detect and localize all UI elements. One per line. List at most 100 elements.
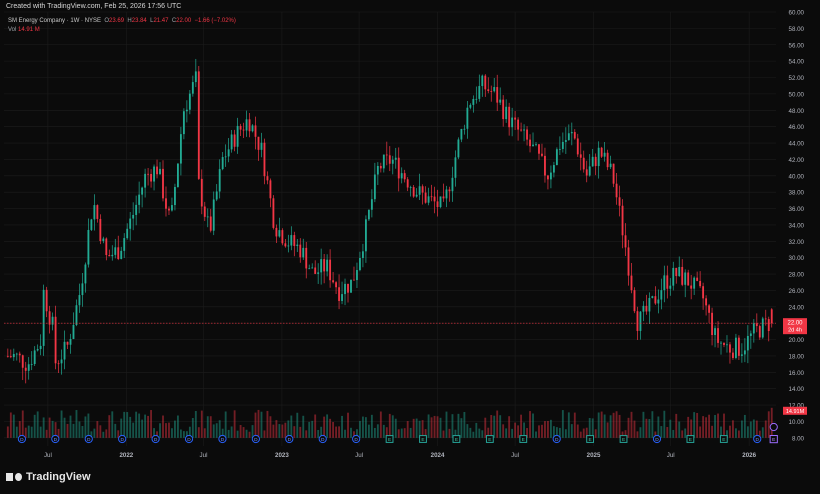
candle-body [218,169,221,192]
y-tick-label: 16.00 [789,370,805,377]
volume-bar [451,414,454,438]
candle-body [176,163,179,188]
candle-body [749,333,752,336]
candle-body [487,89,490,92]
candle-body [672,267,675,286]
volume-bar [269,416,272,438]
volume-bar [179,429,182,438]
volume-bar [224,411,227,438]
candle-body [764,318,767,320]
volume-bar [764,420,767,438]
candle-body [752,323,755,334]
volume-bar [409,427,412,438]
event-marker-label: D [54,437,58,443]
candle-body [737,337,740,356]
candle-body [511,117,514,128]
volume-bar [544,421,546,438]
candle-body [54,316,57,364]
volume-bar [272,424,275,438]
volume-bar [532,413,534,438]
candle-body [699,280,702,287]
candle-body [433,196,436,202]
volume-bar [746,426,749,438]
volume-bar [362,416,364,438]
candle-body [215,191,218,200]
volume-bar [690,419,693,438]
candle-body [254,125,257,137]
candle-body [606,152,609,168]
volume-bar [335,426,338,438]
x-tick-label: 2026 [742,452,756,459]
candle-body [33,350,36,364]
volume-bar [129,416,132,438]
candle-body [639,311,642,331]
candle-body [96,205,99,219]
candle-body [108,255,111,257]
volume-bar [669,419,672,438]
candle-body [239,125,242,130]
y-tick-label: 60.00 [789,10,805,17]
price-chart[interactable]: 8.0010.0012.0014.0016.0018.0020.0022.002… [0,0,820,494]
candle-body [547,175,549,180]
candle-body [585,169,588,176]
candle-body [552,165,555,173]
volume-bar [615,411,618,438]
volume-bar [278,424,281,438]
volume-bar [60,410,63,438]
candle-body [702,286,705,299]
candle-body [99,218,102,242]
volume-bar [194,410,197,438]
volume-bar [412,418,415,438]
x-tick-label: 2025 [587,452,601,459]
legend-vol-label: Vol [8,27,17,33]
volume-bar [442,430,445,438]
volume-bar [6,426,9,438]
candle-body [242,129,245,131]
candle-body [329,259,332,281]
upcoming-earnings-label: E [772,437,775,443]
candle-body [42,289,45,346]
candle-body [418,186,421,195]
event-marker-label: E [455,437,458,443]
candle-body [18,353,21,356]
event-marker-label: D [254,437,258,443]
volume-bar [24,427,27,438]
candle-body [63,341,66,360]
candle-body [299,244,302,258]
event-marker-label: E [388,437,391,443]
event-marker-label: D [756,437,760,443]
candle-body [293,235,296,246]
candle-body [224,156,227,158]
volume-bar [350,427,352,438]
candle-body [391,159,394,164]
candle-body [194,71,197,83]
candle-body [523,129,525,131]
candle-body [412,187,415,197]
volume-bar [108,415,111,438]
volume-bar [197,427,200,438]
volume-bar [174,420,176,438]
candle-body [24,367,27,371]
x-tick-label: 2024 [431,452,445,459]
candle-body [490,91,493,92]
volume-bar [463,411,466,438]
legend-symbol[interactable]: SM Energy Company · 1W · NYSE [8,18,101,24]
candle-body [60,359,63,364]
volume-bar [588,417,591,438]
tradingview-logo[interactable]: TradingView [6,471,91,483]
legend-ohlc-row: SM Energy Company · 1W · NYSE O23.69 H23… [8,17,236,26]
volume-bar [165,423,167,438]
candle-body [156,166,158,175]
candle-body [469,104,472,108]
volume-bar [517,425,520,438]
y-tick-label: 28.00 [789,272,805,279]
volume-bar [603,414,606,438]
candle-body [30,363,33,365]
volume-bar [597,412,600,438]
candle-body [153,166,155,182]
candle-body [296,244,299,246]
volume-bar [767,411,770,438]
candle-body [621,205,624,236]
x-tick-label: Jul [200,452,208,459]
candle-body [538,144,540,154]
